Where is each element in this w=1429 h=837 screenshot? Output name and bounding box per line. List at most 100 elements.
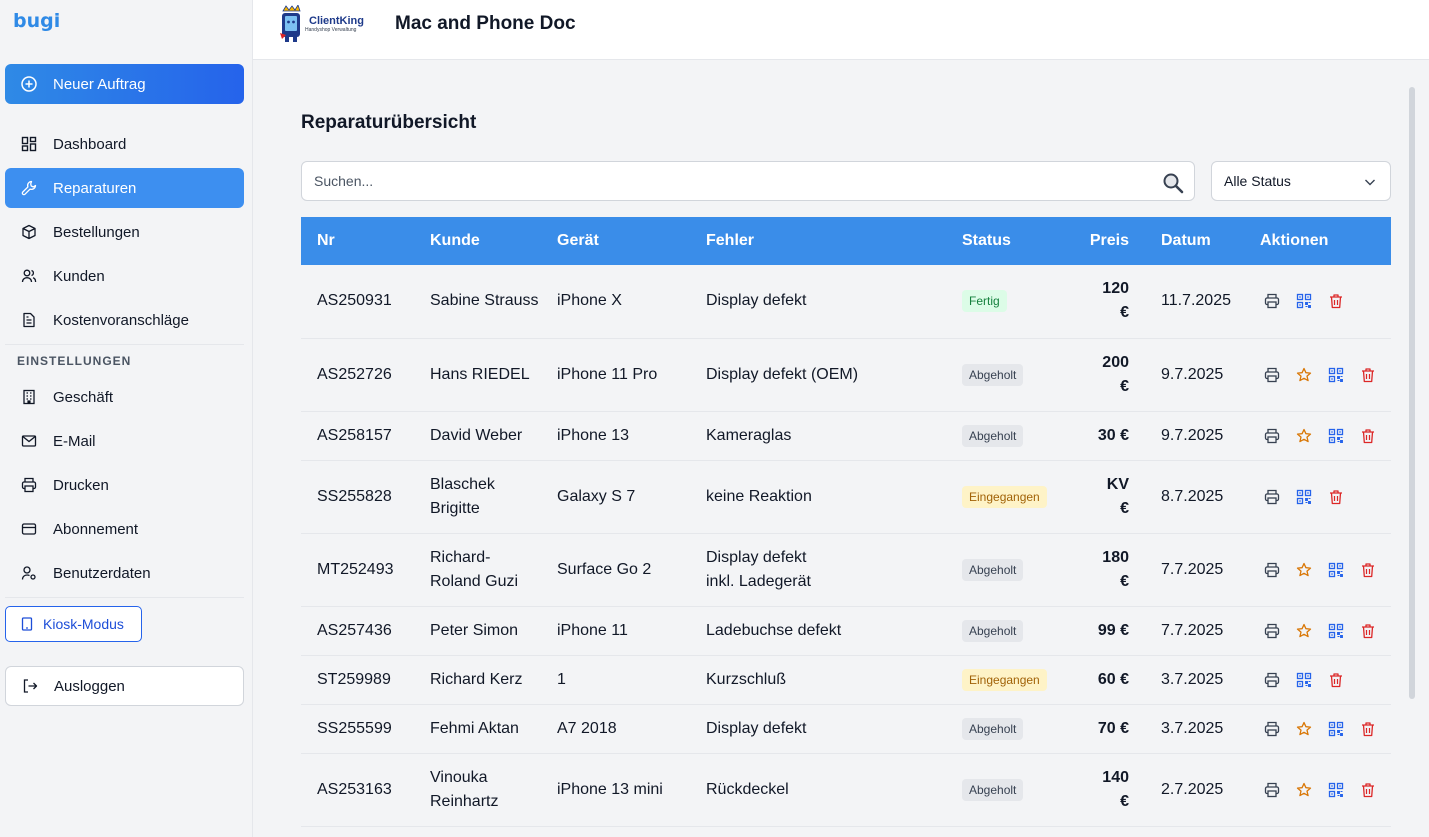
row-actions — [1260, 672, 1391, 688]
cell-aktionen — [1244, 606, 1391, 655]
mail-icon — [21, 435, 37, 447]
print-icon[interactable] — [1264, 562, 1280, 578]
sidebar-item-abonnement[interactable]: Abonnement — [5, 509, 244, 549]
table-row[interactable]: AS258157 David Weber iPhone 13 Kameraglas Ab… — [301, 411, 1391, 460]
table-row[interactable]: SS255599 Fehmi Aktan A7 2018 Display defekt… — [301, 704, 1391, 753]
trash-icon[interactable] — [1328, 489, 1344, 505]
sidebar-item-geschaeft[interactable]: Geschäft — [5, 377, 244, 417]
scrollbar[interactable] — [1409, 87, 1415, 699]
sidebar-item-bestellungen[interactable]: Bestellungen — [5, 212, 244, 252]
print-icon[interactable] — [1264, 721, 1280, 737]
cell-kunde: Blaschek Brigitte — [430, 475, 495, 517]
cell-geraet: Galaxy S 7 — [557, 487, 636, 505]
trash-icon[interactable] — [1328, 672, 1344, 688]
print-icon[interactable] — [1264, 672, 1280, 688]
row-actions — [1260, 562, 1391, 578]
column-header-kunde[interactable]: Kunde — [414, 217, 541, 265]
qr-code-icon[interactable] — [1296, 672, 1312, 688]
chevron-down-icon — [1365, 179, 1375, 186]
cell-geraet: iPhone 13 mini — [557, 780, 663, 798]
print-icon[interactable] — [1264, 489, 1280, 505]
tablet-icon — [21, 617, 33, 631]
column-header-geraet[interactable]: Gerät — [541, 217, 690, 265]
qr-code-icon[interactable] — [1328, 367, 1344, 383]
star-icon[interactable] — [1296, 428, 1312, 444]
users-icon — [21, 269, 37, 283]
sidebar-item-email[interactable]: E-Mail — [5, 421, 244, 461]
print-icon[interactable] — [1264, 782, 1280, 798]
main-content: Reparaturübersicht Alle Status Nr Kunde … — [253, 61, 1429, 837]
logo-text: ClientKing — [309, 14, 364, 27]
sidebar-item-drucken[interactable]: Drucken — [5, 465, 244, 505]
credit-card-icon — [21, 523, 37, 535]
trash-icon[interactable] — [1360, 367, 1376, 383]
print-icon[interactable] — [1264, 428, 1280, 444]
status-filter-select[interactable]: Alle Status — [1211, 161, 1391, 201]
trash-icon[interactable] — [1360, 721, 1376, 737]
print-icon[interactable] — [1264, 623, 1280, 639]
search-icon[interactable] — [1162, 172, 1184, 194]
sidebar-item-label: Abonnement — [53, 520, 139, 538]
brand-logo[interactable]: bugi — [13, 10, 60, 32]
status-badge: Abgeholt — [962, 558, 1024, 581]
cell-aktionen — [1244, 704, 1391, 753]
status-badge: Abgeholt — [962, 717, 1024, 740]
star-icon[interactable] — [1296, 562, 1312, 578]
print-icon[interactable] — [1264, 293, 1280, 309]
cell-kunde: Vinouka Reinhartz — [430, 768, 499, 810]
building-icon — [23, 389, 35, 405]
table-row[interactable]: AS257436 Peter Simon iPhone 11 Ladebuchse d… — [301, 606, 1391, 655]
print-icon[interactable] — [1264, 367, 1280, 383]
repairs-table: Nr Kunde Gerät Fehler Status Preis Datum… — [301, 217, 1391, 827]
sidebar-item-label: Drucken — [53, 476, 109, 494]
cell-preis: 60 € — [1097, 670, 1129, 688]
page-title: Reparaturübersicht — [301, 112, 477, 133]
table-row[interactable]: AS252726 Hans RIEDEL iPhone 11 Pro Display … — [301, 338, 1391, 411]
sidebar-item-reparaturen[interactable]: Reparaturen — [5, 168, 244, 208]
star-icon[interactable] — [1296, 367, 1312, 383]
sidebar-item-label: Bestellungen — [53, 223, 140, 241]
qr-code-icon[interactable] — [1328, 623, 1344, 639]
search-input[interactable] — [302, 162, 1142, 200]
cell-aktionen — [1244, 265, 1391, 338]
dashboard-icon — [21, 136, 37, 152]
column-header-nr[interactable]: Nr — [301, 217, 414, 265]
qr-code-icon[interactable] — [1328, 428, 1344, 444]
trash-icon[interactable] — [1328, 293, 1344, 309]
star-icon[interactable] — [1296, 782, 1312, 798]
cell-geraet: Surface Go 2 — [557, 560, 652, 578]
new-order-button[interactable]: Neuer Auftrag — [5, 64, 244, 104]
logout-button[interactable]: Ausloggen — [5, 666, 244, 706]
column-header-fehler[interactable]: Fehler — [690, 217, 946, 265]
star-icon[interactable] — [1296, 623, 1312, 639]
cell-datum: 9.7.2025 — [1161, 365, 1224, 383]
trash-icon[interactable] — [1360, 782, 1376, 798]
qr-code-icon[interactable] — [1296, 489, 1312, 505]
qr-code-icon[interactable] — [1328, 782, 1344, 798]
column-header-status[interactable]: Status — [946, 217, 1050, 265]
cell-geraet: iPhone 11 Pro — [557, 365, 658, 383]
qr-code-icon[interactable] — [1296, 293, 1312, 309]
table-row[interactable]: AS253163 Vinouka Reinhartz iPhone 13 mini R… — [301, 753, 1391, 826]
table-row[interactable]: MT252493 Richard-Roland Guzi Surface Go 2 D… — [301, 533, 1391, 606]
trash-icon[interactable] — [1360, 428, 1376, 444]
sidebar-item-kunden[interactable]: Kunden — [5, 256, 244, 296]
qr-code-icon[interactable] — [1328, 721, 1344, 737]
trash-icon[interactable] — [1360, 623, 1376, 639]
cell-preis: 70 € — [1097, 719, 1129, 737]
column-header-preis[interactable]: Preis — [1050, 217, 1145, 265]
star-icon[interactable] — [1296, 721, 1312, 737]
table-row[interactable]: ST259989 Richard Kerz 1 Kurzschluß Eingegang… — [301, 655, 1391, 704]
table-row[interactable]: SS255828 Blaschek Brigitte Galaxy S 7 keine… — [301, 460, 1391, 533]
sidebar-item-kostenvoranschlaege[interactable]: Kostenvoranschläge — [5, 300, 244, 340]
sidebar-item-benutzerdaten[interactable]: Benutzerdaten — [5, 553, 244, 593]
cell-fehler: Ladebuchse defekt — [706, 621, 842, 639]
sidebar-item-dashboard[interactable]: Dashboard — [5, 124, 244, 164]
cell-aktionen — [1244, 338, 1391, 411]
qr-code-icon[interactable] — [1328, 562, 1344, 578]
cell-datum: 9.7.2025 — [1161, 426, 1224, 444]
column-header-datum[interactable]: Datum — [1145, 217, 1244, 265]
table-row[interactable]: AS250931 Sabine Strauss iPhone X Display de… — [301, 265, 1391, 338]
kiosk-mode-button[interactable]: Kiosk-Modus — [5, 606, 142, 642]
trash-icon[interactable] — [1360, 562, 1376, 578]
